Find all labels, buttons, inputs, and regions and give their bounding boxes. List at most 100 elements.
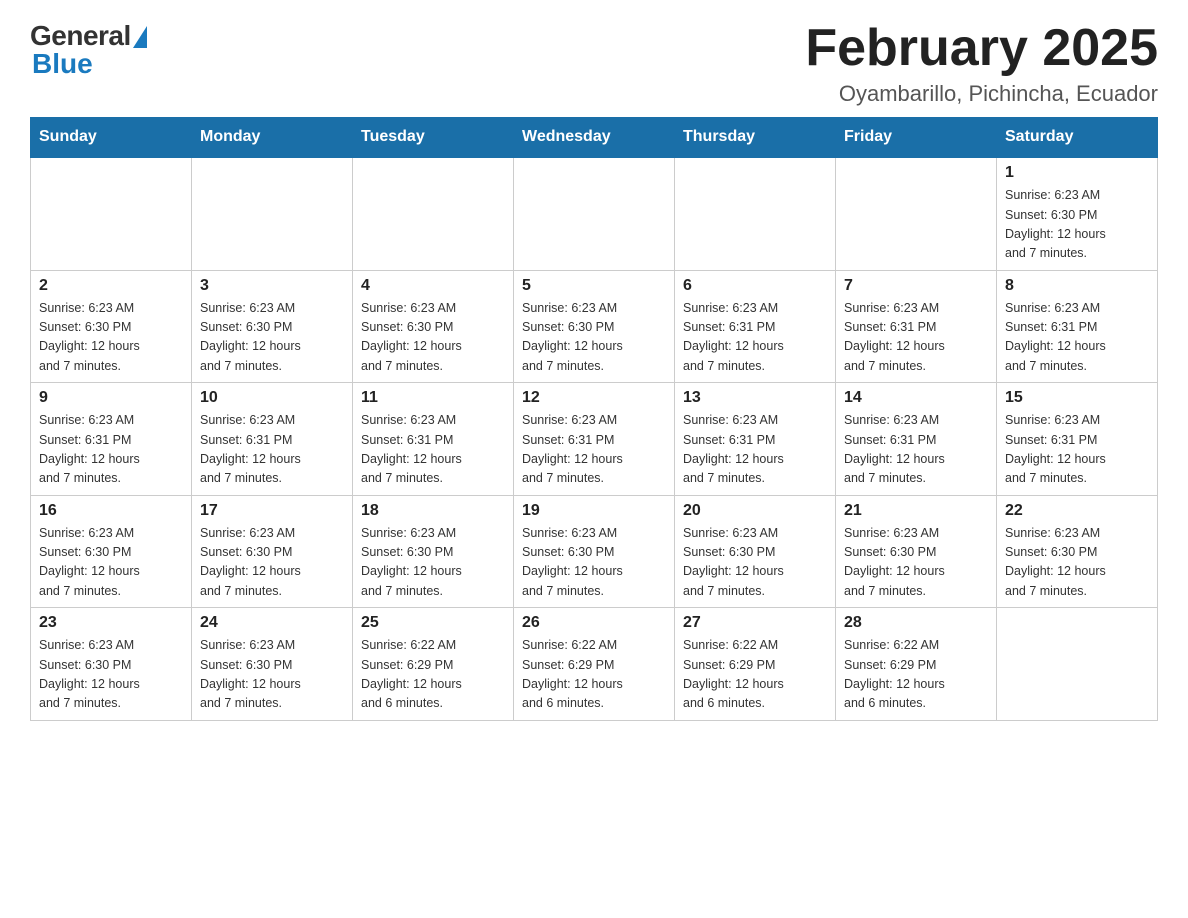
day-number: 28: [844, 614, 988, 632]
day-info: Sunrise: 6:23 AMSunset: 6:31 PMDaylight:…: [683, 411, 827, 489]
day-info: Sunrise: 6:23 AMSunset: 6:30 PMDaylight:…: [200, 636, 344, 714]
calendar-cell: 27Sunrise: 6:22 AMSunset: 6:29 PMDayligh…: [675, 608, 836, 721]
day-info: Sunrise: 6:23 AMSunset: 6:31 PMDaylight:…: [361, 411, 505, 489]
day-info: Sunrise: 6:22 AMSunset: 6:29 PMDaylight:…: [683, 636, 827, 714]
calendar-week-row: 2 Sunrise: 6:23 AMSunset: 6:30 PMDaylight…: [31, 270, 1158, 383]
calendar-cell: 7 Sunrise: 6:23 AMSunset: 6:31 PMDaylight…: [836, 270, 997, 383]
calendar-subtitle: Oyambarillo, Pichincha, Ecuador: [805, 81, 1158, 107]
calendar-cell: 22Sunrise: 6:23 AMSunset: 6:30 PMDayligh…: [997, 495, 1158, 608]
day-info: Sunrise: 6:23 AMSunset: 6:30 PMDaylight:…: [39, 299, 183, 377]
day-number: 12: [522, 389, 666, 407]
calendar-cell: 21 Sunrise: 6:23 AMSunset: 6:30 PMDayligh…: [836, 495, 997, 608]
day-info: Sunrise: 6:23 AMSunset: 6:31 PMDaylight:…: [522, 411, 666, 489]
day-number: 16: [39, 502, 183, 520]
day-number: 22: [1005, 502, 1149, 520]
calendar-cell: 5 Sunrise: 6:23 AMSunset: 6:30 PMDaylight…: [514, 270, 675, 383]
day-info: Sunrise: 6:23 AMSunset: 6:30 PMDaylight:…: [39, 636, 183, 714]
weekday-header-sunday: Sunday: [31, 118, 192, 158]
day-info: Sunrise: 6:23 AMSunset: 6:31 PMDaylight:…: [39, 411, 183, 489]
calendar-cell: 12 Sunrise: 6:23 AMSunset: 6:31 PMDayligh…: [514, 383, 675, 496]
calendar-cell: 25Sunrise: 6:22 AMSunset: 6:29 PMDayligh…: [353, 608, 514, 721]
calendar-cell: 24Sunrise: 6:23 AMSunset: 6:30 PMDayligh…: [192, 608, 353, 721]
day-number: 2: [39, 277, 183, 295]
calendar-cell: 26 Sunrise: 6:22 AMSunset: 6:29 PMDayligh…: [514, 608, 675, 721]
day-number: 26: [522, 614, 666, 632]
day-number: 25: [361, 614, 505, 632]
day-number: 19: [522, 502, 666, 520]
calendar-cell: 19 Sunrise: 6:23 AMSunset: 6:30 PMDayligh…: [514, 495, 675, 608]
day-info: Sunrise: 6:22 AMSunset: 6:29 PMDaylight:…: [844, 636, 988, 714]
day-number: 7: [844, 277, 988, 295]
day-info: Sunrise: 6:23 AMSunset: 6:30 PMDaylight:…: [39, 524, 183, 602]
weekday-header-thursday: Thursday: [675, 118, 836, 158]
day-number: 11: [361, 389, 505, 407]
calendar-week-row: 9Sunrise: 6:23 AMSunset: 6:31 PMDaylight…: [31, 383, 1158, 496]
calendar-cell: 10Sunrise: 6:23 AMSunset: 6:31 PMDayligh…: [192, 383, 353, 496]
calendar-cell: [31, 157, 192, 270]
calendar-title: February 2025: [805, 20, 1158, 77]
weekday-header-friday: Friday: [836, 118, 997, 158]
weekday-header-row: SundayMondayTuesdayWednesdayThursdayFrid…: [31, 118, 1158, 158]
calendar-cell: 14Sunrise: 6:23 AMSunset: 6:31 PMDayligh…: [836, 383, 997, 496]
day-info: Sunrise: 6:23 AMSunset: 6:30 PMDaylight:…: [200, 299, 344, 377]
day-info: Sunrise: 6:23 AMSunset: 6:31 PMDaylight:…: [844, 411, 988, 489]
calendar-cell: 1 Sunrise: 6:23 AMSunset: 6:30 PMDaylight…: [997, 157, 1158, 270]
calendar-cell: 8Sunrise: 6:23 AMSunset: 6:31 PMDaylight…: [997, 270, 1158, 383]
weekday-header-wednesday: Wednesday: [514, 118, 675, 158]
calendar-cell: 20 Sunrise: 6:23 AMSunset: 6:30 PMDayligh…: [675, 495, 836, 608]
calendar-cell: [192, 157, 353, 270]
day-info: Sunrise: 6:23 AMSunset: 6:30 PMDaylight:…: [361, 299, 505, 377]
day-number: 1: [1005, 164, 1149, 182]
calendar-cell: [675, 157, 836, 270]
day-info: Sunrise: 6:23 AMSunset: 6:30 PMDaylight:…: [844, 524, 988, 602]
day-info: Sunrise: 6:23 AMSunset: 6:30 PMDaylight:…: [522, 299, 666, 377]
day-info: Sunrise: 6:23 AMSunset: 6:30 PMDaylight:…: [361, 524, 505, 602]
day-number: 15: [1005, 389, 1149, 407]
calendar-table: SundayMondayTuesdayWednesdayThursdayFrid…: [30, 117, 1158, 721]
calendar-week-row: 1 Sunrise: 6:23 AMSunset: 6:30 PMDaylight…: [31, 157, 1158, 270]
day-info: Sunrise: 6:23 AMSunset: 6:30 PMDaylight:…: [683, 524, 827, 602]
day-number: 13: [683, 389, 827, 407]
day-number: 23: [39, 614, 183, 632]
day-number: 5: [522, 277, 666, 295]
logo: General Blue: [30, 20, 147, 80]
calendar-cell: [997, 608, 1158, 721]
logo-blue-text: Blue: [30, 48, 93, 80]
day-number: 17: [200, 502, 344, 520]
weekday-header-monday: Monday: [192, 118, 353, 158]
day-info: Sunrise: 6:23 AMSunset: 6:30 PMDaylight:…: [522, 524, 666, 602]
calendar-cell: 16 Sunrise: 6:23 AMSunset: 6:30 PMDayligh…: [31, 495, 192, 608]
calendar-cell: 9Sunrise: 6:23 AMSunset: 6:31 PMDaylight…: [31, 383, 192, 496]
calendar-cell: 4 Sunrise: 6:23 AMSunset: 6:30 PMDaylight…: [353, 270, 514, 383]
day-number: 10: [200, 389, 344, 407]
day-info: Sunrise: 6:22 AMSunset: 6:29 PMDaylight:…: [522, 636, 666, 714]
calendar-cell: 28 Sunrise: 6:22 AMSunset: 6:29 PMDayligh…: [836, 608, 997, 721]
calendar-cell: 11 Sunrise: 6:23 AMSunset: 6:31 PMDayligh…: [353, 383, 514, 496]
day-info: Sunrise: 6:23 AMSunset: 6:30 PMDaylight:…: [200, 524, 344, 602]
day-number: 4: [361, 277, 505, 295]
day-number: 6: [683, 277, 827, 295]
calendar-cell: 18 Sunrise: 6:23 AMSunset: 6:30 PMDayligh…: [353, 495, 514, 608]
calendar-cell: 3 Sunrise: 6:23 AMSunset: 6:30 PMDaylight…: [192, 270, 353, 383]
day-number: 21: [844, 502, 988, 520]
day-info: Sunrise: 6:23 AMSunset: 6:31 PMDaylight:…: [844, 299, 988, 377]
day-number: 20: [683, 502, 827, 520]
day-info: Sunrise: 6:23 AMSunset: 6:31 PMDaylight:…: [1005, 411, 1149, 489]
calendar-week-row: 23 Sunrise: 6:23 AMSunset: 6:30 PMDayligh…: [31, 608, 1158, 721]
calendar-cell: 15 Sunrise: 6:23 AMSunset: 6:31 PMDayligh…: [997, 383, 1158, 496]
calendar-week-row: 16 Sunrise: 6:23 AMSunset: 6:30 PMDayligh…: [31, 495, 1158, 608]
day-info: Sunrise: 6:23 AMSunset: 6:31 PMDaylight:…: [683, 299, 827, 377]
page-header: General Blue February 2025 Oyambarillo, …: [30, 20, 1158, 107]
day-info: Sunrise: 6:23 AMSunset: 6:30 PMDaylight:…: [1005, 186, 1149, 264]
calendar-cell: 6 Sunrise: 6:23 AMSunset: 6:31 PMDaylight…: [675, 270, 836, 383]
day-number: 18: [361, 502, 505, 520]
calendar-cell: 13 Sunrise: 6:23 AMSunset: 6:31 PMDayligh…: [675, 383, 836, 496]
day-number: 3: [200, 277, 344, 295]
day-number: 8: [1005, 277, 1149, 295]
logo-triangle-icon: [133, 26, 147, 48]
weekday-header-tuesday: Tuesday: [353, 118, 514, 158]
calendar-cell: [514, 157, 675, 270]
calendar-cell: 17 Sunrise: 6:23 AMSunset: 6:30 PMDayligh…: [192, 495, 353, 608]
calendar-cell: [836, 157, 997, 270]
calendar-cell: 23 Sunrise: 6:23 AMSunset: 6:30 PMDayligh…: [31, 608, 192, 721]
